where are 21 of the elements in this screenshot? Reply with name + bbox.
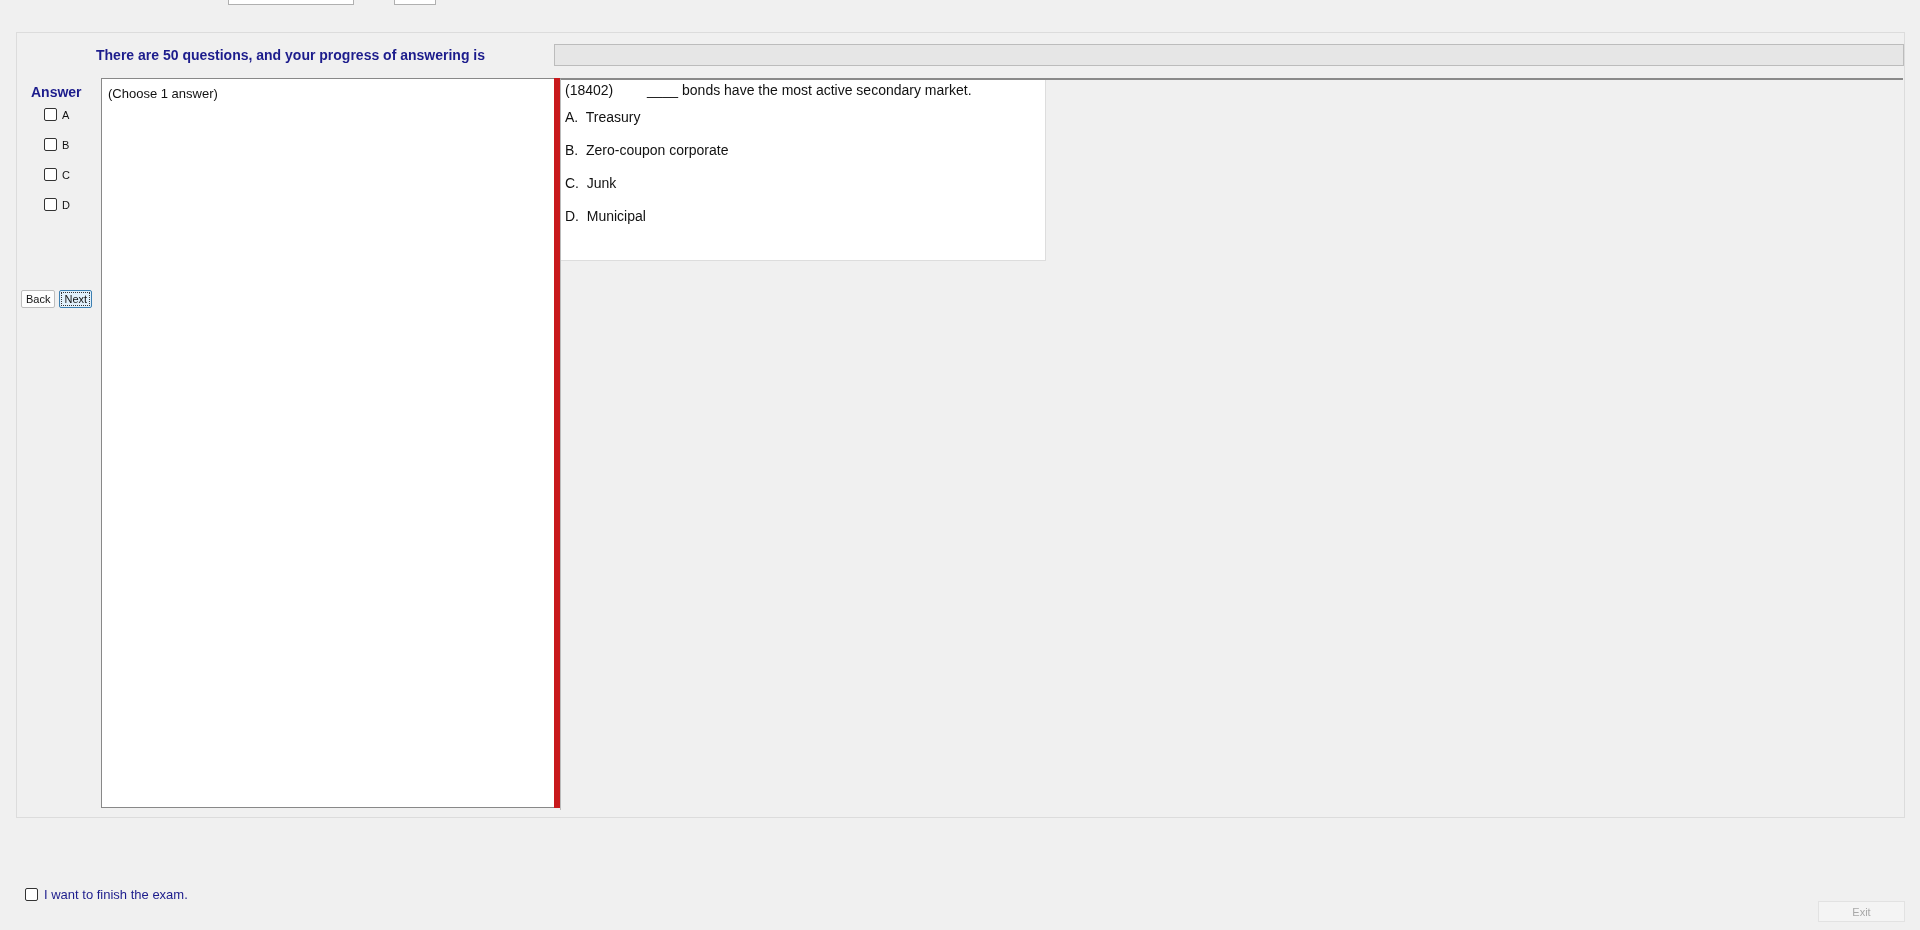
option-label: D	[62, 198, 70, 211]
finish-label: I want to finish the exam.	[44, 887, 188, 902]
next-button[interactable]: Next	[59, 290, 93, 308]
back-button[interactable]: Back	[21, 290, 56, 308]
answer-choice: C. Junk	[565, 174, 617, 191]
answer-hint: (Choose 1 answer)	[108, 86, 218, 101]
question-text: ____ bonds have the most active secondary market.	[647, 82, 972, 98]
answer-choice: D. Municipal	[565, 207, 646, 224]
progress-label: There are 50 questions, and your progress of answering is	[96, 47, 486, 63]
answer-checkbox[interactable]	[44, 108, 57, 121]
answer-checkbox[interactable]	[44, 138, 57, 151]
question-number: (18402)	[565, 82, 615, 98]
answer-checkbox[interactable]	[44, 168, 57, 181]
answer-title: Answer	[31, 84, 82, 100]
answer-choice: B. Zero-coupon corporate	[565, 141, 729, 158]
option-label: B	[62, 138, 70, 151]
option-label: C	[62, 168, 70, 181]
answer-checkbox[interactable]	[44, 198, 57, 211]
answer-choice: A. Treasury	[565, 108, 641, 125]
finish-checkbox[interactable]	[25, 888, 38, 901]
option-label: A	[62, 108, 70, 121]
